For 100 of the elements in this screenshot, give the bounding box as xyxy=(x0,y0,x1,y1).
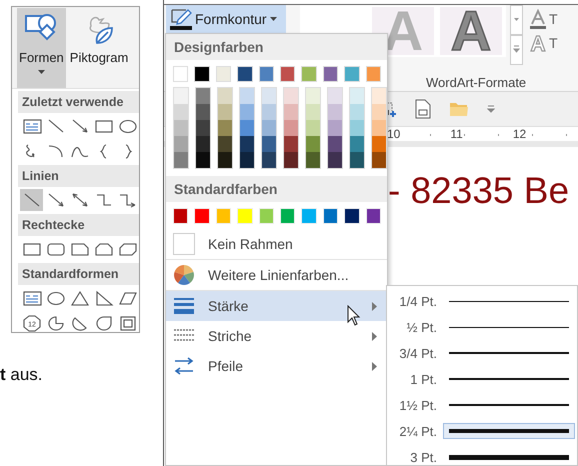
color-swatch[interactable] xyxy=(306,120,320,136)
color-swatch[interactable] xyxy=(284,152,298,168)
color-swatch[interactable] xyxy=(301,208,317,224)
color-swatch[interactable] xyxy=(262,136,276,152)
shape-outline-button[interactable]: Formkontur xyxy=(166,5,286,33)
color-swatch[interactable] xyxy=(372,152,386,168)
color-swatch[interactable] xyxy=(218,88,232,104)
color-swatch[interactable] xyxy=(372,136,386,152)
color-swatch[interactable] xyxy=(372,88,386,104)
color-swatch[interactable] xyxy=(240,136,254,152)
line-shape-icon[interactable] xyxy=(20,189,43,211)
color-swatch[interactable] xyxy=(284,104,298,120)
color-swatch[interactable] xyxy=(174,152,188,168)
color-swatch[interactable] xyxy=(240,120,254,136)
shapes-button[interactable]: Formen xyxy=(17,8,66,88)
weight-option[interactable]: 3 Pt. xyxy=(387,444,577,466)
weight-option[interactable]: 1/4 Pt. xyxy=(387,288,577,314)
color-swatch[interactable] xyxy=(218,104,232,120)
color-swatch[interactable] xyxy=(174,88,188,104)
color-swatch[interactable] xyxy=(196,136,210,152)
ruler-number: 11 xyxy=(449,127,464,141)
color-swatch[interactable] xyxy=(196,120,210,136)
color-swatch[interactable] xyxy=(237,66,253,82)
color-swatch[interactable] xyxy=(262,104,276,120)
color-swatch[interactable] xyxy=(194,66,210,82)
color-swatch[interactable] xyxy=(328,152,342,168)
menu-item[interactable]: Weitere Linienfarben... xyxy=(166,260,387,290)
color-swatch[interactable] xyxy=(196,88,210,104)
caret-icon xyxy=(38,70,45,74)
section-header: Standardformen xyxy=(18,263,139,285)
color-swatch[interactable] xyxy=(262,152,276,168)
color-swatch[interactable] xyxy=(284,88,298,104)
color-swatch[interactable] xyxy=(280,208,296,224)
color-swatch[interactable] xyxy=(237,208,253,224)
menu-item[interactable]: Pfeile xyxy=(166,351,387,381)
color-swatch[interactable] xyxy=(280,66,296,82)
color-swatch[interactable] xyxy=(350,104,364,120)
color-swatch[interactable] xyxy=(328,88,342,104)
color-swatch[interactable] xyxy=(366,208,382,224)
color-swatch[interactable] xyxy=(240,152,254,168)
color-swatch[interactable] xyxy=(218,152,232,168)
color-swatch[interactable] xyxy=(194,208,210,224)
color-swatch[interactable] xyxy=(344,208,360,224)
weight-option[interactable]: 1 Pt. xyxy=(387,366,577,392)
weight-option[interactable]: 2¼ Pt. xyxy=(387,418,577,444)
color-swatch[interactable] xyxy=(350,88,364,104)
color-swatch[interactable] xyxy=(174,104,188,120)
color-swatch[interactable] xyxy=(344,66,360,82)
menu-item[interactable]: Kein Rahmen xyxy=(166,229,387,259)
color-swatch[interactable] xyxy=(301,66,317,82)
color-swatch[interactable] xyxy=(366,66,382,82)
color-swatch[interactable] xyxy=(328,104,342,120)
folder-icon[interactable] xyxy=(449,101,469,117)
color-swatch[interactable] xyxy=(240,104,254,120)
color-swatch[interactable] xyxy=(350,152,364,168)
color-swatch[interactable] xyxy=(322,208,338,224)
color-swatch[interactable] xyxy=(218,136,232,152)
color-swatch[interactable] xyxy=(196,104,210,120)
color-swatch[interactable] xyxy=(173,208,188,224)
weight-option[interactable]: 3/4 Pt. xyxy=(387,340,577,366)
color-wheel-icon xyxy=(172,263,196,287)
letter-outline-icon xyxy=(529,33,547,53)
dropdown-arrow-icon xyxy=(270,17,277,21)
color-swatch[interactable] xyxy=(174,120,188,136)
color-swatch[interactable] xyxy=(328,136,342,152)
group-label: WordArt-Formate xyxy=(426,75,528,90)
ruler-number: 12 xyxy=(512,127,528,141)
color-swatch[interactable] xyxy=(284,120,298,136)
color-swatch[interactable] xyxy=(258,208,274,224)
weight-option[interactable]: 1½ Pt. xyxy=(387,392,577,418)
color-swatch[interactable] xyxy=(218,120,232,136)
pencil-icon xyxy=(170,8,192,30)
weight-option[interactable]: ½ Pt. xyxy=(387,314,577,340)
color-swatch[interactable] xyxy=(284,136,298,152)
color-swatch[interactable] xyxy=(350,120,364,136)
text-fill-button[interactable]: T xyxy=(529,9,558,29)
icons-button[interactable]: Piktogram xyxy=(68,8,130,88)
color-swatch[interactable] xyxy=(350,136,364,152)
color-swatch[interactable] xyxy=(258,66,274,82)
color-swatch[interactable] xyxy=(173,66,188,82)
color-swatch[interactable] xyxy=(306,88,320,104)
color-swatch[interactable] xyxy=(174,136,188,152)
color-swatch[interactable] xyxy=(216,208,232,224)
color-swatch[interactable] xyxy=(306,152,320,168)
document-icon[interactable] xyxy=(415,99,431,119)
color-swatch[interactable] xyxy=(372,120,386,136)
color-swatch[interactable] xyxy=(196,152,210,168)
text-outline-button[interactable]: T xyxy=(529,33,558,53)
customize-toolbar-icon[interactable] xyxy=(487,105,495,113)
color-swatch[interactable] xyxy=(240,88,254,104)
menu-item[interactable]: Striche xyxy=(166,321,387,351)
color-swatch[interactable] xyxy=(306,104,320,120)
color-swatch[interactable] xyxy=(322,66,338,82)
color-swatch[interactable] xyxy=(328,120,342,136)
color-swatch[interactable] xyxy=(262,120,276,136)
color-swatch[interactable] xyxy=(372,104,386,120)
color-swatch[interactable] xyxy=(262,88,276,104)
color-swatch[interactable] xyxy=(216,66,232,82)
color-swatch[interactable] xyxy=(306,136,320,152)
menu-item[interactable]: Stärke xyxy=(166,291,387,321)
